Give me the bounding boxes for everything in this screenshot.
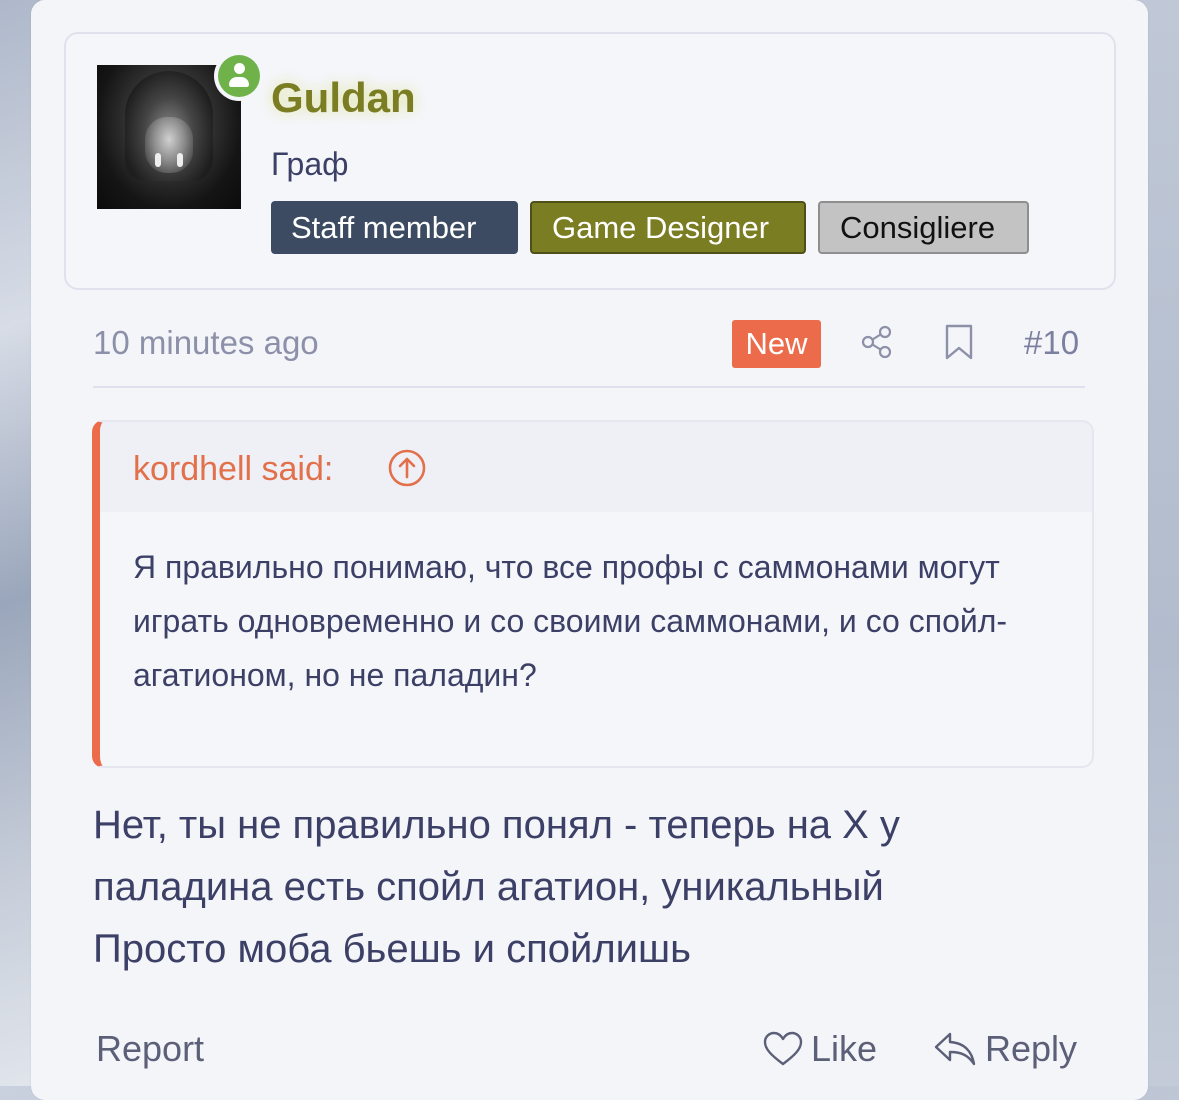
username-link[interactable]: Guldan: [271, 74, 416, 122]
bookmark-icon[interactable]: [944, 324, 974, 360]
forum-post: Guldan Граф Staff member Game Designer C…: [31, 0, 1148, 1100]
quote-text: Я правильно понимаю, что все профы с сам…: [133, 549, 1008, 693]
share-icon[interactable]: [859, 324, 895, 360]
online-status-icon: [214, 51, 264, 101]
message-line: Просто моба бьешь и спойлишь: [93, 927, 691, 971]
new-badge: New: [732, 320, 821, 368]
report-button[interactable]: Report: [96, 1028, 204, 1070]
reply-button[interactable]: Reply: [933, 1028, 1077, 1070]
message-line: паладина есть спойл агатион, уникальный: [93, 865, 884, 909]
post-timestamp[interactable]: 10 minutes ago: [93, 324, 319, 362]
post-number-link[interactable]: #10: [1024, 324, 1079, 362]
quote-block: kordhell said: Я правильно понимаю, что …: [92, 420, 1094, 768]
banner-game-designer: Game Designer: [530, 201, 806, 254]
author-card: Guldan Граф Staff member Game Designer C…: [64, 32, 1116, 290]
banner-staff-member: Staff member: [271, 201, 518, 254]
reply-icon: [934, 1032, 976, 1066]
user-banners: Staff member Game Designer Consigliere: [271, 201, 1029, 254]
heart-icon: [763, 1031, 803, 1066]
arrow-up-circle-icon[interactable]: [387, 448, 427, 488]
reply-label: Reply: [985, 1028, 1078, 1069]
message-body: Нет, ты не правильно понял - теперь на Х…: [93, 794, 1093, 980]
like-button[interactable]: Like: [763, 1028, 877, 1070]
quote-header: kordhell said:: [100, 422, 1092, 512]
quote-author-link[interactable]: kordhell said:: [133, 450, 333, 489]
banner-consigliere: Consigliere: [818, 201, 1029, 254]
post-actions: Report Like Reply: [93, 1022, 1085, 1082]
post-meta: 10 minutes ago New #10: [93, 314, 1085, 388]
message-line: Нет, ты не правильно понял - теперь на Х…: [93, 803, 900, 847]
like-label: Like: [811, 1028, 878, 1069]
user-title: Граф: [271, 146, 349, 182]
